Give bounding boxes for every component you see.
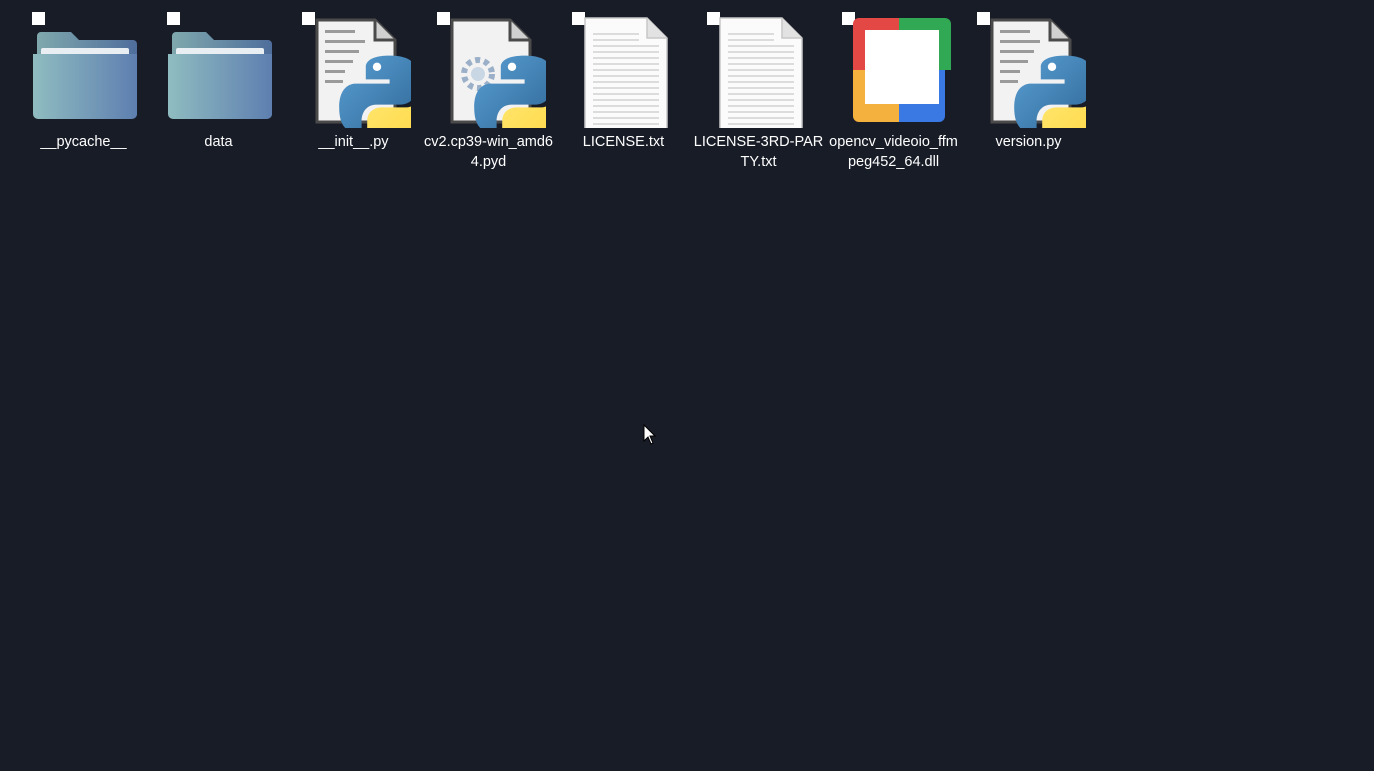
item-label: LICENSE-3RD-PARTY.txt [693, 134, 824, 170]
dll-file-icon [839, 16, 951, 128]
item-label: __pycache__ [40, 134, 127, 150]
item-label: version.py [995, 134, 1062, 150]
item-label: data [204, 134, 233, 150]
desktop-item-data[interactable]: data [151, 8, 286, 178]
desktop-item-init-py[interactable]: __init__.py [286, 8, 421, 178]
python-file-icon [299, 16, 411, 128]
item-label: cv2.cp39-win_amd64.pyd [424, 134, 553, 170]
folder-icon [29, 14, 141, 126]
item-label: __init__.py [318, 134, 389, 150]
mouse-cursor-icon [643, 423, 657, 446]
desktop-item-license-3rd-party-txt[interactable]: LICENSE-3RD-PARTY.txt [691, 8, 826, 178]
text-file-icon [704, 16, 816, 128]
item-label: LICENSE.txt [582, 134, 665, 150]
desktop-item-opencv-dll[interactable]: opencv_videoio_ffmpeg452_64.dll [826, 8, 961, 178]
desktop-item-pycache[interactable]: __pycache__ [16, 8, 151, 178]
desktop-item-version-py[interactable]: version.py [961, 8, 1096, 178]
item-label: opencv_videoio_ffmpeg452_64.dll [829, 134, 958, 170]
folder-icon [164, 14, 276, 126]
text-file-icon [569, 16, 681, 128]
desktop-item-cv2-pyd[interactable]: cv2.cp39-win_amd64.pyd [421, 8, 556, 178]
python-extension-icon [434, 16, 546, 128]
desktop[interactable]: __pycache__ data __init__.py cv2.cp39-wi… [0, 0, 1374, 771]
python-file-icon [974, 16, 1086, 128]
desktop-item-license-txt[interactable]: LICENSE.txt [556, 8, 691, 178]
